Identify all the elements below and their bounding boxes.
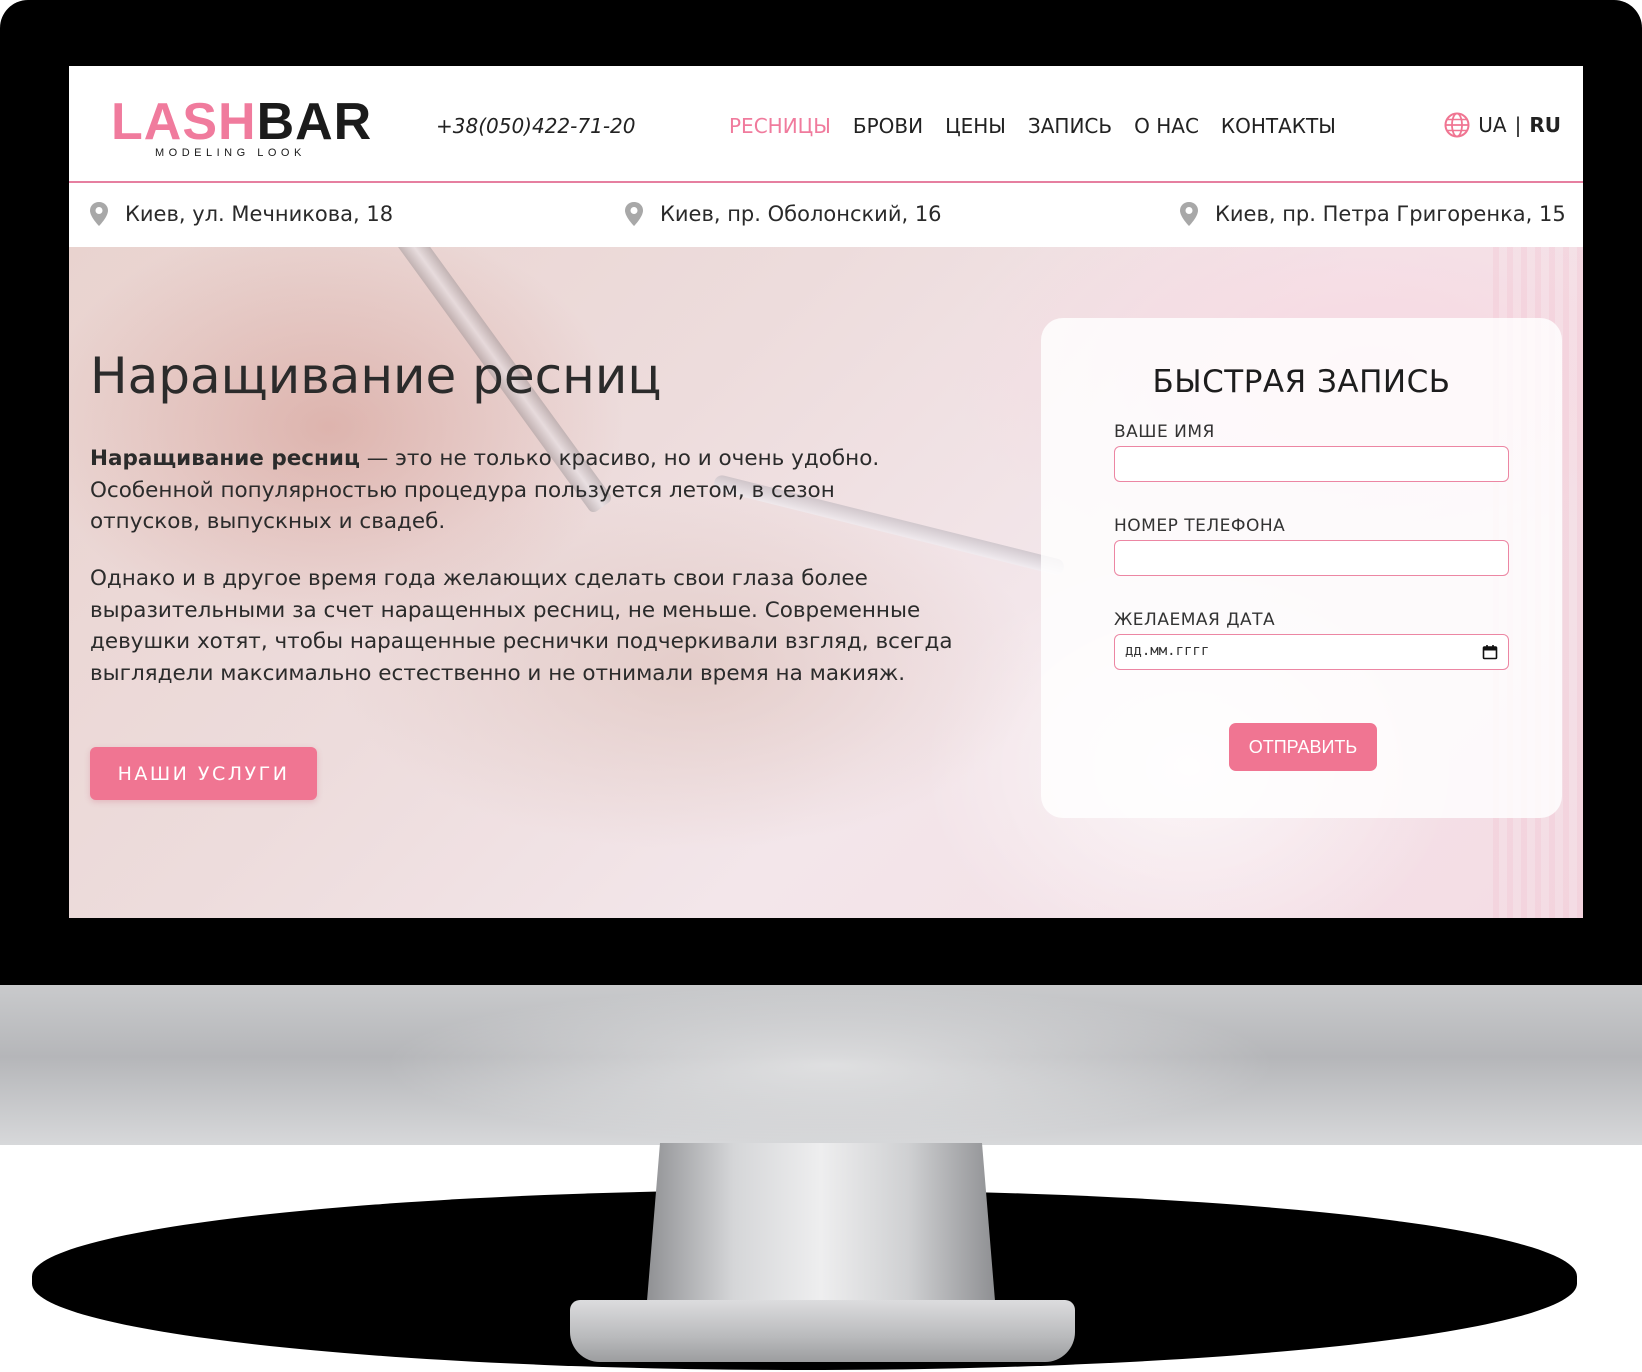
logo-tagline: MODELING LOOK xyxy=(155,147,306,159)
address-text: Киев, пр. Оболонский, 16 xyxy=(660,202,942,226)
site-header: LASHBAR MODELING LOOK +38(050)422-71-20 … xyxy=(69,66,1583,183)
address-text: Киев, ул. Мечникова, 18 xyxy=(125,202,394,226)
phone-input[interactable] xyxy=(1114,540,1509,576)
phone-label: НОМЕР ТЕЛЕФОНА xyxy=(1114,516,1286,536)
nav-item-contacts[interactable]: КОНТАКТЫ xyxy=(1221,114,1336,138)
submit-button[interactable]: ОТПРАВИТЬ xyxy=(1229,723,1377,771)
nav-item-lashes[interactable]: РЕСНИЦЫ xyxy=(729,114,831,138)
date-label: ЖЕЛАЕМАЯ ДАТА xyxy=(1114,610,1276,630)
address-text: Киев, пр. Петра Григоренка, 15 xyxy=(1215,202,1566,226)
pin-icon xyxy=(90,202,108,226)
website-screen: LASHBAR MODELING LOOK +38(050)422-71-20 … xyxy=(69,66,1583,918)
lang-separator: | xyxy=(1514,113,1522,137)
name-label: ВАШЕ ИМЯ xyxy=(1114,422,1215,442)
lang-ru[interactable]: RU xyxy=(1529,113,1561,137)
monitor-stand xyxy=(646,1143,996,1313)
phone-number[interactable]: +38(050)422-71-20 xyxy=(436,114,636,138)
quick-booking-form: БЫСТРАЯ ЗАПИСЬ ВАШЕ ИМЯ НОМЕР ТЕЛЕФОНА Ж… xyxy=(1041,318,1562,818)
date-placeholder: дд.мм.гггг xyxy=(1125,643,1210,659)
globe-icon xyxy=(1444,112,1470,138)
nav-item-brows[interactable]: БРОВИ xyxy=(853,114,923,138)
hero-section: Наращивание ресниц Наращивание ресниц — … xyxy=(69,247,1583,918)
logo-lash: LASH xyxy=(111,93,257,151)
our-services-button[interactable]: НАШИ УСЛУГИ xyxy=(90,747,317,800)
monitor-chin-shine xyxy=(380,985,1280,1145)
pin-icon xyxy=(625,202,643,226)
hero-paragraph-1: Наращивание ресниц — это не только краси… xyxy=(90,443,950,538)
lang-ua[interactable]: UA xyxy=(1478,113,1506,137)
address-item[interactable]: Киев, ул. Мечникова, 18 xyxy=(89,201,393,227)
date-input[interactable]: дд.мм.гггг xyxy=(1114,634,1509,670)
monitor-stand-base xyxy=(570,1300,1075,1362)
name-input[interactable] xyxy=(1114,446,1509,482)
lashbar-logo[interactable]: LASHBAR MODELING LOOK xyxy=(111,93,373,159)
address-bar: Киев, ул. Мечникова, 18 Киев, пр. Оболон… xyxy=(69,183,1583,247)
language-switcher: UA | RU xyxy=(1444,112,1561,138)
nav-item-prices[interactable]: ЦЕНЫ xyxy=(945,114,1006,138)
hero-paragraph-1-bold: Наращивание ресниц xyxy=(90,446,360,471)
logo-bar: BAR xyxy=(256,93,373,151)
pin-icon xyxy=(1180,202,1198,226)
nav-item-booking[interactable]: ЗАПИСЬ xyxy=(1028,114,1112,138)
address-item[interactable]: Киев, пр. Оболонский, 16 xyxy=(624,201,942,227)
form-title: БЫСТРАЯ ЗАПИСЬ xyxy=(1152,364,1451,400)
nav-item-about[interactable]: О НАС xyxy=(1134,114,1199,138)
hero-title: Наращивание ресниц xyxy=(90,347,662,405)
main-nav: РЕСНИЦЫ БРОВИ ЦЕНЫ ЗАПИСЬ О НАС КОНТАКТЫ xyxy=(729,114,1336,138)
hero-paragraph-2: Однако и в другое время года желающих сд… xyxy=(90,566,953,686)
calendar-icon[interactable] xyxy=(1482,644,1498,660)
address-item[interactable]: Киев, пр. Петра Григоренка, 15 xyxy=(1179,201,1566,227)
